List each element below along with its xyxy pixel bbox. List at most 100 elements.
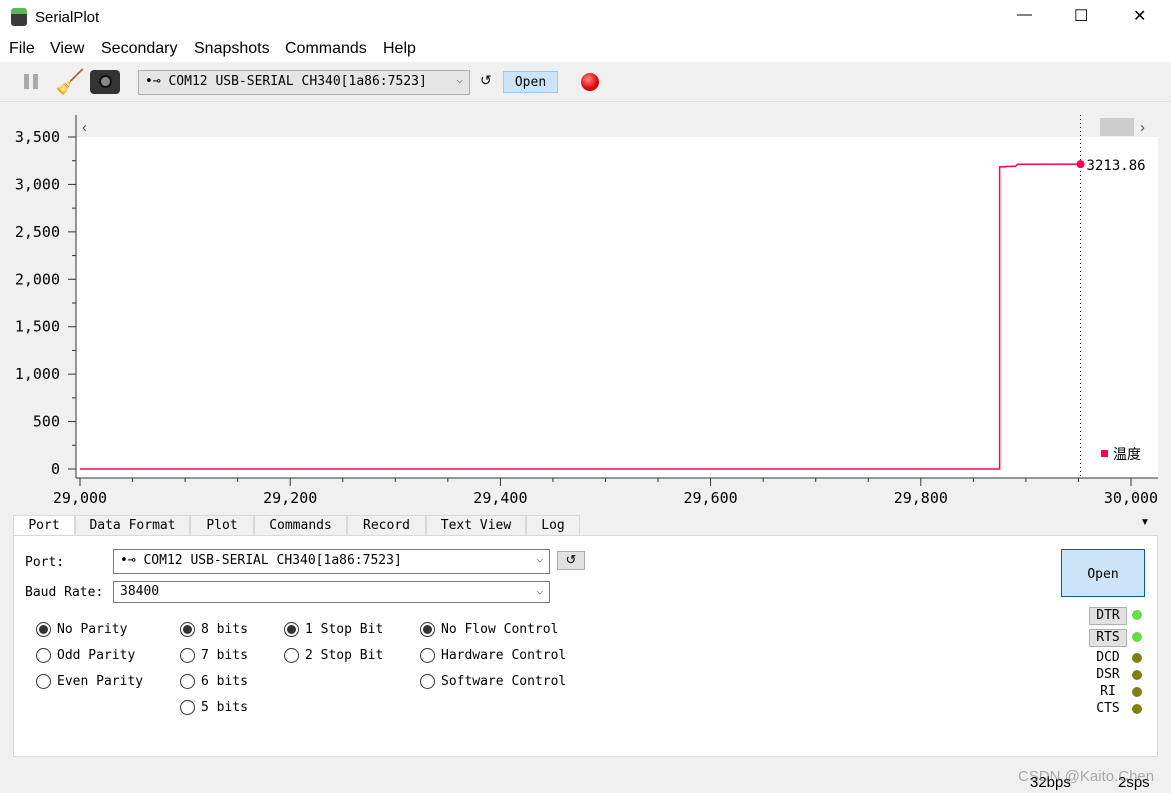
y-tick-label: 500 [33, 413, 60, 431]
dtr-button[interactable]: DTR [1089, 607, 1127, 625]
tab-data-format[interactable]: Data Format [75, 515, 190, 536]
parity-radio[interactable]: Odd Parity [36, 648, 135, 663]
bits-radio[interactable]: 6 bits [180, 674, 248, 689]
baud-value: 38400 [120, 584, 160, 599]
scroll-right-icon: › [1140, 119, 1145, 136]
y-tick-label: 3,500 [15, 128, 60, 146]
radio-label: 2 Stop Bit [305, 648, 384, 663]
cursor-value-label: 3213.86 [1087, 158, 1146, 174]
x-tick-label: 29,600 [684, 489, 738, 507]
port-select-value: COM12 USB-SERIAL CH340[1a86:7523] [168, 74, 427, 89]
panel-port-value: COM12 USB-SERIAL CH340[1a86:7523] [143, 553, 402, 568]
snapshot-camera-icon[interactable] [90, 70, 120, 94]
menu-bar: File View Secondary Snapshots Commands H… [0, 36, 1171, 62]
plot-canvas [76, 115, 1158, 478]
cts-led [1132, 704, 1142, 714]
x-tick-label: 29,400 [473, 489, 527, 507]
x-tick-label: 30,000 [1104, 489, 1158, 507]
baud-label: Baud Rate: [25, 585, 104, 600]
tab-port[interactable]: Port [13, 515, 75, 537]
legend-label: 温度 [1113, 446, 1141, 462]
bits-radio[interactable]: 8 bits [180, 622, 248, 637]
refresh-icon[interactable]: ↺ [480, 72, 492, 89]
minimize-button[interactable]: — [1017, 6, 1032, 23]
radio-indicator [180, 700, 195, 715]
scrollbar-thumb [1100, 118, 1134, 136]
tab-record[interactable]: Record [347, 515, 426, 536]
close-button[interactable]: ✕ [1133, 6, 1146, 26]
radio-indicator [180, 674, 195, 689]
baud-rate-select[interactable]: 38400 ⌵ [113, 581, 550, 603]
clear-broom-icon[interactable]: 🧹 [55, 68, 85, 97]
ri-led [1132, 687, 1142, 697]
port-select[interactable]: •⊸ COM12 USB-SERIAL CH340[1a86:7523] ⌵ [138, 70, 470, 95]
menu-commands[interactable]: Commands [285, 40, 367, 58]
maximize-button[interactable]: ☐ [1074, 6, 1088, 26]
ri-label: RI [1100, 684, 1116, 699]
y-tick-label: 1,500 [15, 318, 60, 336]
x-tick-label: 29,000 [53, 489, 107, 507]
panel-refresh-button[interactable]: ↺ [557, 551, 585, 570]
stop-radio[interactable]: 2 Stop Bit [284, 648, 383, 663]
stop-radio[interactable]: 1 Stop Bit [284, 622, 383, 637]
parity-radio[interactable]: No Parity [36, 622, 127, 637]
dcd-led [1132, 653, 1142, 663]
radio-indicator [36, 648, 51, 663]
port-panel: Port: •⊸ COM12 USB-SERIAL CH340[1a86:752… [13, 535, 1158, 757]
dtr-led [1132, 610, 1142, 620]
tab-text-view[interactable]: Text View [426, 515, 526, 536]
dsr-label: DSR [1096, 667, 1120, 682]
tab-menu-arrow-icon[interactable]: ▼ [1140, 517, 1150, 528]
panel-port-select[interactable]: •⊸ COM12 USB-SERIAL CH340[1a86:7523] ⌵ [113, 549, 550, 574]
radio-indicator [180, 648, 195, 663]
cts-label: CTS [1096, 701, 1120, 716]
menu-snapshots[interactable]: Snapshots [194, 40, 270, 58]
pause-icon[interactable] [24, 74, 38, 89]
dsr-led [1132, 670, 1142, 680]
y-tick-label: 0 [51, 460, 60, 478]
toolbar: 🧹 •⊸ COM12 USB-SERIAL CH340[1a86:7523] ⌵ … [0, 62, 1171, 102]
title-bar: SerialPlot — ☐ ✕ [0, 0, 1171, 36]
plot-area[interactable]: ‹ › 0 500 1,000 1,500 2,000 2,500 3,000 3,500 29,0… [0, 102, 1171, 512]
record-icon[interactable] [581, 73, 599, 91]
menu-help[interactable]: Help [383, 40, 416, 58]
radio-label: 1 Stop Bit [305, 622, 384, 637]
rts-button[interactable]: RTS [1089, 629, 1127, 647]
x-tick-label: 29,800 [894, 489, 948, 507]
parity-radio[interactable]: Even Parity [36, 674, 143, 689]
watermark: CSDN @Kaito.Chen [1018, 768, 1155, 785]
legend-swatch [1101, 450, 1108, 457]
tab-plot[interactable]: Plot [190, 515, 254, 536]
radio-label: 5 bits [201, 700, 248, 715]
menu-file[interactable]: File [9, 40, 35, 58]
horizontal-scrollbar [76, 115, 1158, 137]
radio-label: 8 bits [201, 622, 248, 637]
port-label: Port: [25, 555, 65, 570]
flow-radio[interactable]: Software Control [420, 674, 566, 689]
window-title: SerialPlot [35, 9, 100, 26]
radio-indicator [36, 622, 51, 637]
menu-view[interactable]: View [50, 40, 84, 58]
radio-indicator [420, 648, 435, 663]
menu-secondary[interactable]: Secondary [101, 40, 178, 58]
radio-label: Hardware Control [441, 648, 567, 663]
panel-open-button[interactable]: Open [1061, 549, 1145, 597]
y-tick-label: 2,000 [15, 270, 60, 288]
rts-led [1132, 632, 1142, 642]
radio-label: No Flow Control [441, 622, 559, 637]
scroll-left-icon: ‹ [82, 119, 87, 136]
chevron-down-icon: ⌵ [536, 584, 543, 597]
radio-label: Software Control [441, 674, 567, 689]
flow-radio[interactable]: Hardware Control [420, 648, 566, 663]
radio-indicator [180, 622, 195, 637]
open-button[interactable]: Open [503, 71, 558, 93]
radio-indicator [420, 622, 435, 637]
tab-commands[interactable]: Commands [254, 515, 347, 536]
bits-radio[interactable]: 7 bits [180, 648, 248, 663]
radio-label: No Parity [57, 622, 128, 637]
flow-radio[interactable]: No Flow Control [420, 622, 558, 637]
cursor-point [1076, 160, 1085, 169]
bits-radio[interactable]: 5 bits [180, 700, 248, 715]
tab-log[interactable]: Log [526, 515, 580, 536]
radio-indicator [36, 674, 51, 689]
